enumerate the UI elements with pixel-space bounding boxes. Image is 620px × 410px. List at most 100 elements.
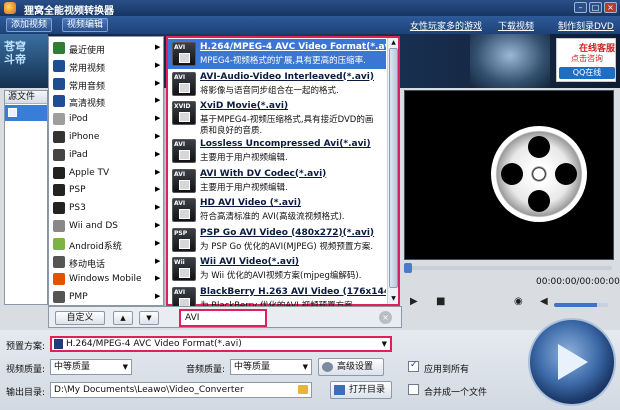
ad-qq-online[interactable]: QQ在线 [559, 67, 615, 79]
format-item[interactable]: XVID XviD Movie(*.avi) 基于MPEG4-视频压缩格式,具有接近… [168, 98, 386, 136]
format-tag: AVI [174, 141, 186, 148]
category-label: 高清视频 [69, 99, 106, 110]
hd-icon [53, 95, 65, 108]
chevron-down-icon: ▼ [122, 363, 128, 371]
camera-icon[interactable]: ◉ [514, 296, 523, 307]
chevron-right-icon: ▶ [155, 274, 161, 283]
category-item[interactable]: 常用音频 ▶ [49, 75, 163, 93]
format-description-line2: 质和良好的音质. [200, 126, 263, 136]
edit-video-button[interactable]: 视频编辑 [62, 18, 109, 32]
file-checkbox[interactable] [8, 108, 17, 117]
maximize-button[interactable]: □ [589, 2, 602, 13]
category-item[interactable]: Windows Mobile ▶ [49, 270, 163, 288]
video-quality-select[interactable]: 中等质量 ▼ [50, 359, 132, 375]
category-label: Windows Mobile [69, 274, 142, 285]
open-dir-button[interactable]: 打开目录 [330, 381, 392, 399]
convert-button[interactable] [528, 318, 616, 406]
category-item[interactable]: Wii and DS ▶ [49, 217, 163, 235]
format-item[interactable]: AVI Lossless Uncompressed Avi(*.avi) 主要用于用… [168, 136, 386, 166]
category-item[interactable]: 常用视频 ▶ [49, 57, 163, 75]
clear-search-icon[interactable]: × [379, 311, 392, 324]
apply-all-checkbox[interactable] [408, 360, 419, 372]
chevron-right-icon: ▶ [155, 43, 161, 51]
chevron-right-icon: ▶ [155, 256, 161, 265]
format-item[interactable]: Wii Wii AVI Video(*.avi) 为 Wii 优化的AVI视频方案(… [168, 254, 386, 284]
link-female-games[interactable]: 女性玩家多的游戏 [410, 19, 482, 32]
chevron-down-icon: ▼ [381, 340, 387, 348]
format-search-input[interactable]: AVI [179, 309, 267, 327]
app-window: 狸窝全能视频转换器 – □ × 添加视频 视频编辑 女性玩家多的游戏 下载视频 … [0, 0, 620, 410]
category-label: Android系统 [69, 241, 122, 252]
category-label: Wii and DS [69, 221, 118, 231]
stop-icon[interactable]: ■ [436, 296, 445, 307]
video-format-icon: PSP [172, 227, 196, 252]
add-video-button[interactable]: 添加视频 [6, 18, 53, 32]
category-item[interactable]: Apple TV ▶ [49, 164, 163, 182]
profile-value: H.264/MPEG-4 AVC Video Format(*.avi) [66, 339, 242, 349]
category-item[interactable]: PSP ▶ [49, 181, 163, 199]
open-folder-icon [334, 385, 345, 395]
category-label: iPhone [69, 132, 100, 142]
chevron-right-icon: ▶ [155, 78, 161, 87]
video-format-icon: AVI [172, 139, 196, 163]
clock-icon [53, 42, 65, 54]
volume-slider[interactable] [554, 303, 608, 307]
output-dir-field[interactable]: D:\My Documents\Leawo\Video_Converter [50, 382, 312, 398]
format-list-scrollbar[interactable]: ▲ ▼ [387, 38, 398, 304]
format-name: Wii AVI Video(*.avi) [200, 257, 300, 267]
seek-bar[interactable] [404, 262, 614, 274]
source-file-list[interactable]: 源文件 [4, 90, 48, 305]
category-item[interactable]: iPod ▶ [49, 110, 163, 128]
file-row[interactable] [5, 105, 47, 121]
format-description: 主要用于用户视频编辑. [200, 153, 288, 163]
category-item[interactable]: iPad ▶ [49, 146, 163, 164]
link-download-video[interactable]: 下载视频 [498, 19, 534, 32]
nav-up-button[interactable]: ▲ [113, 311, 133, 325]
format-item[interactable]: AVI HD AVI Video (*.avi) 符合高清标准的 AVI(高级流视频… [168, 195, 386, 225]
folder-icon[interactable] [298, 385, 308, 394]
format-description: 主要用于用户视频编辑. [200, 182, 288, 193]
scroll-thumb[interactable] [389, 48, 398, 288]
format-item[interactable]: PSP PSP Go AVI Video (480x272)(*.avi) 为 PS… [168, 225, 386, 255]
format-item[interactable]: AVI AVI With DV Codec(*.avi) 主要用于用户视频编辑. [168, 166, 386, 196]
volume-icon[interactable]: ◀ [540, 296, 548, 307]
nav-down-button[interactable]: ▼ [139, 311, 159, 325]
format-item[interactable]: AVI AVI-Audio-Video Interleaved(*.avi) 将影像… [168, 69, 386, 99]
category-item[interactable]: PMP ▶ [49, 288, 163, 306]
category-item[interactable]: 高清视频 ▶ [49, 92, 163, 110]
category-item[interactable]: PS3 ▶ [49, 199, 163, 217]
format-description: 将影像与语音同步组合在一起的格式. [200, 85, 339, 96]
time-display: 00:00:00/00:00:00 [536, 277, 620, 287]
convert-arrow-icon [558, 344, 588, 380]
scroll-down-icon[interactable]: ▼ [389, 294, 398, 303]
video-format-icon: Wii [172, 257, 196, 281]
chevron-right-icon: ▶ [155, 132, 161, 140]
category-item[interactable]: Android系统 ▶ [49, 235, 163, 253]
profile-label: 预置方案: [6, 342, 46, 352]
format-description: MPEG4-视频格式的扩展,具有更高的压缩率. [200, 56, 366, 66]
format-name: AVI With DV Codec(*.avi) [200, 168, 327, 179]
game-title-line2: 斗帝 [4, 53, 26, 66]
chevron-down-icon: ▼ [302, 363, 308, 371]
audio-quality-select[interactable]: 中等质量 ▼ [230, 359, 312, 375]
play-icon[interactable]: ▶ [410, 296, 418, 307]
link-burn-dvd[interactable]: 制作刻录DVD [558, 19, 614, 32]
online-service-ad[interactable]: 在线客服 点击咨询 QQ在线 [556, 38, 616, 82]
format-tag: Wii [174, 259, 185, 266]
close-button[interactable]: × [604, 2, 617, 13]
scroll-up-icon[interactable]: ▲ [389, 38, 398, 47]
minimize-button[interactable]: – [574, 2, 587, 13]
customize-button[interactable]: 自定义 [55, 311, 105, 325]
format-item[interactable]: AVI H.264/MPEG-4 AVC Video Format(*.avi) M… [168, 39, 386, 69]
advanced-settings-button[interactable]: 高级设置 [318, 358, 384, 376]
video-quality-value: 中等质量 [54, 362, 91, 372]
profile-select[interactable]: H.264/MPEG-4 AVC Video Format(*.avi) ▼ [50, 336, 392, 352]
category-item[interactable]: 移动电话 ▶ [49, 253, 163, 271]
seek-knob[interactable] [404, 263, 412, 273]
merge-checkbox[interactable] [408, 384, 419, 395]
format-name: H.264/MPEG-4 AVC Video Format(*.avi) [200, 42, 386, 52]
chevron-right-icon: ▶ [155, 149, 161, 158]
merge-label: 合并成一个文件 [424, 388, 488, 398]
category-item[interactable]: 最近使用 ▶ [49, 39, 163, 57]
category-item[interactable]: iPhone ▶ [49, 128, 163, 146]
